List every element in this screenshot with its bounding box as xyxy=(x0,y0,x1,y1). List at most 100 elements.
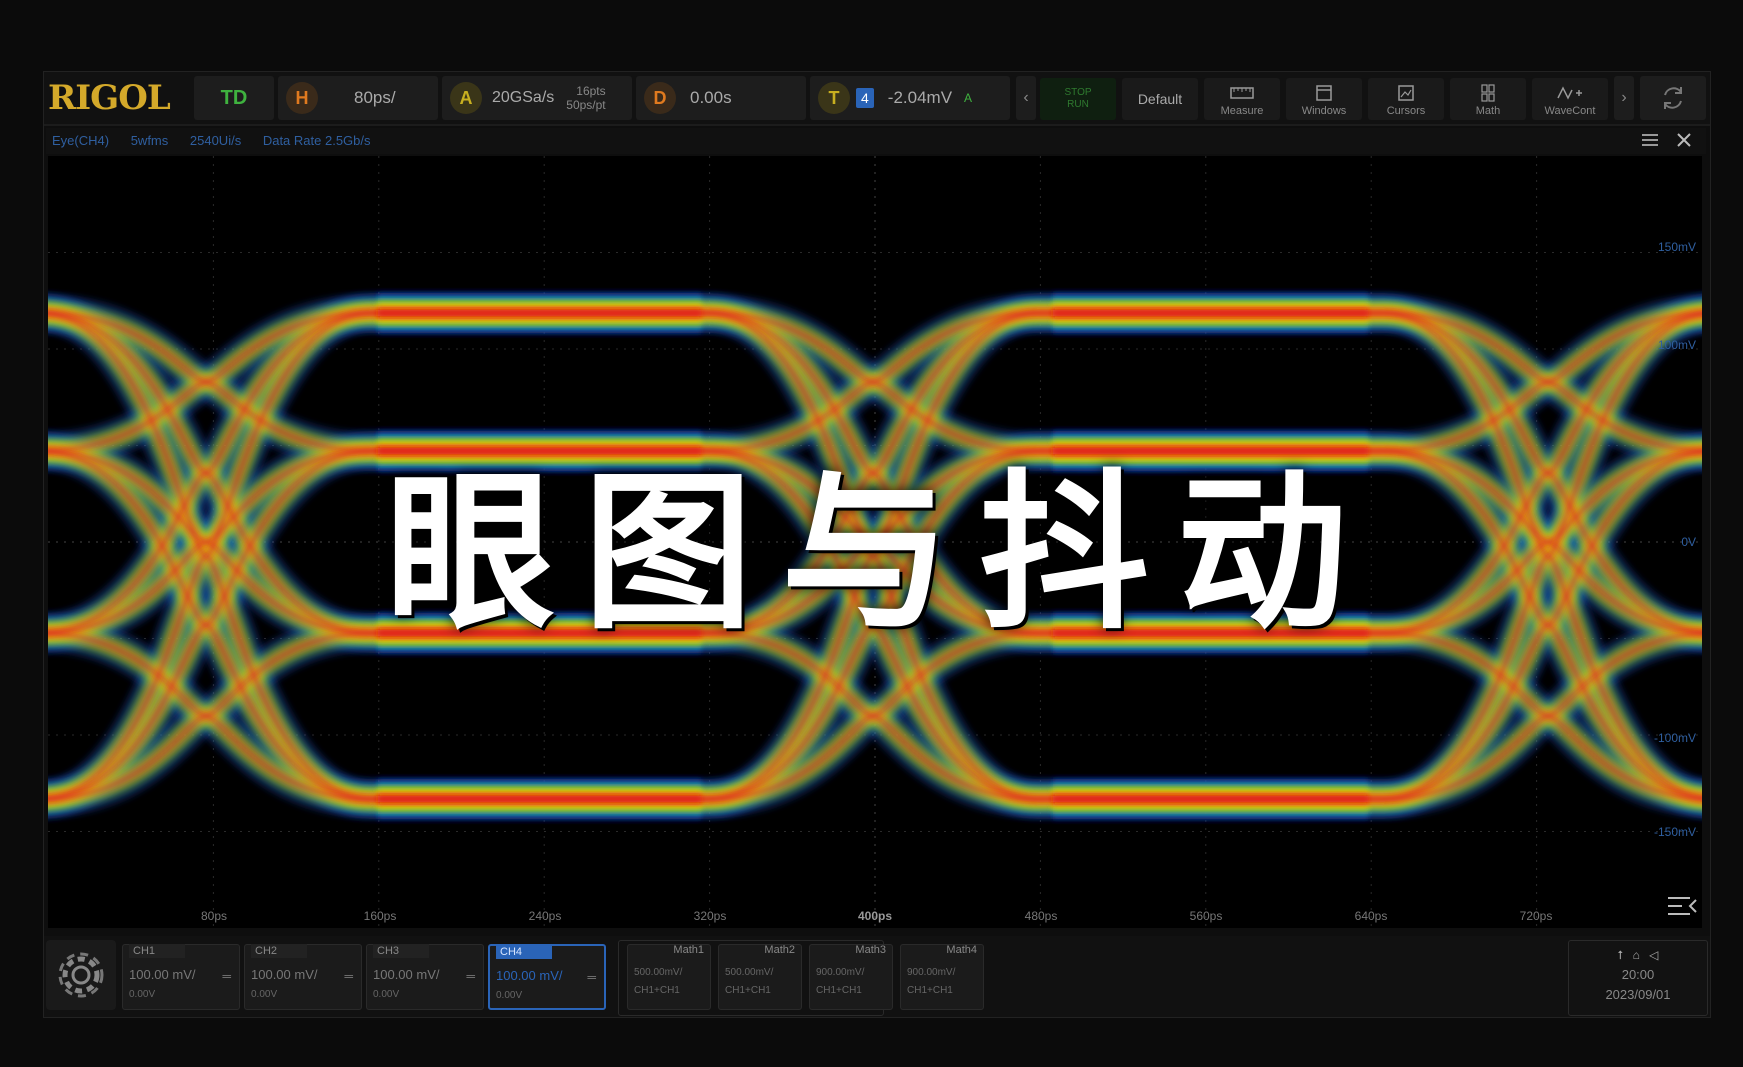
rigol-logo: RIGOL xyxy=(48,78,171,118)
channel-ch3[interactable]: CH3 100.00 mV/ ═ 0.00V xyxy=(366,944,484,1010)
ch2-tag: CH2 xyxy=(251,944,307,958)
x-label-720ps: 720ps xyxy=(1520,909,1553,923)
x-label-640ps: 640ps xyxy=(1355,909,1388,923)
y-label-0v: 0V xyxy=(1681,535,1696,549)
trigger-control[interactable]: T 4 -2.04mV A xyxy=(810,76,1010,120)
ch4-scale: 100.00 mV/ xyxy=(496,968,563,983)
window-close-icon[interactable] xyxy=(1674,130,1694,150)
x-label-480ps: 480ps xyxy=(1025,909,1058,923)
x-label-320ps: 320ps xyxy=(694,909,727,923)
dc-coupling-icon: ═ xyxy=(587,970,596,984)
math1-tag: Math1 xyxy=(673,944,704,956)
trigger-level: -2.04mV xyxy=(887,88,953,107)
cursors-label: Cursors xyxy=(1386,105,1426,117)
math2-scale: 500.00mV/ xyxy=(725,967,774,978)
eye-info: Eye(CH4) 5wfms 2540Ui/s Data Rate 2.5Gb/… xyxy=(52,133,389,148)
horizontal-control[interactable]: H 80ps/ xyxy=(278,76,438,120)
y-label-100mv: 100mV xyxy=(1658,338,1696,352)
status-clock: ⭡ ⌂ ◁ 20:00 2023/09/01 xyxy=(1568,940,1708,1016)
stop-label: STOP xyxy=(1064,87,1092,98)
y-label-neg100mv: -100mV xyxy=(1654,731,1696,745)
ch1-scale: 100.00 mV/ xyxy=(129,967,196,982)
horizontal-scale: 80ps/ xyxy=(354,88,396,107)
math1-scale: 500.00mV/ xyxy=(634,967,683,978)
math1-box[interactable]: Math1 500.00mV/ CH1+CH1 xyxy=(627,944,711,1010)
dc-coupling-icon: ═ xyxy=(344,969,353,983)
math4-expr: CH1+CH1 xyxy=(907,985,953,996)
windows-button[interactable]: Windows xyxy=(1286,78,1362,120)
cursors-button[interactable]: Cursors xyxy=(1368,78,1444,120)
math2-tag: Math2 xyxy=(764,944,795,956)
y-label-150mv: 150mV xyxy=(1658,240,1696,254)
math-icon xyxy=(1481,84,1495,102)
x-label-160ps: 160ps xyxy=(364,909,397,923)
run-stop-button[interactable]: STOP RUN xyxy=(1040,78,1116,120)
run-stop-label: STOP RUN xyxy=(1064,87,1091,111)
run-label: RUN xyxy=(1067,99,1089,110)
points-per-ps: 50ps/pt xyxy=(566,98,606,112)
wavecont-label: WaveCont xyxy=(1544,105,1596,117)
clock-time: 20:00 xyxy=(1621,967,1655,982)
trigger-channel-badge: 4 xyxy=(856,88,874,108)
mode-td-button[interactable]: TD xyxy=(194,76,274,120)
channel-ch4[interactable]: CH4 100.00 mV/ ═ 0.00V xyxy=(488,944,606,1010)
delay-control[interactable]: D 0.00s xyxy=(636,76,806,120)
x-label-400ps: 400ps xyxy=(858,909,892,923)
refresh-icon xyxy=(1664,87,1682,109)
ch2-scale: 100.00 mV/ xyxy=(251,967,318,982)
acquire-control[interactable]: A 20GSa/s 16pts 50ps/pt xyxy=(442,76,632,120)
x-axis-labels: 80ps 160ps 240ps 320ps 400ps 480ps 560ps… xyxy=(201,909,1552,923)
math3-expr: CH1+CH1 xyxy=(816,985,862,996)
math3-box[interactable]: Math3 900.00mV/ CH1+CH1 xyxy=(809,944,893,1010)
delay-icon: D xyxy=(644,82,676,114)
channel-ch2[interactable]: CH2 100.00 mV/ ═ 0.00V xyxy=(244,944,362,1010)
windows-icon xyxy=(1316,85,1332,101)
ch1-offset: 0.00V xyxy=(129,989,156,1000)
ch3-offset: 0.00V xyxy=(373,989,400,1000)
default-button[interactable]: Default xyxy=(1122,78,1198,120)
windows-label: Windows xyxy=(1301,105,1347,117)
window-menu-icon[interactable] xyxy=(1640,132,1660,148)
x-label-240ps: 240ps xyxy=(529,909,562,923)
usb-icon: ⭡ xyxy=(1617,948,1624,962)
sample-rate: 20GSa/s xyxy=(492,89,555,106)
eye-trace xyxy=(378,310,1368,454)
eye-window-header: Eye(CH4) 5wfms 2540Ui/s Data Rate 2.5Gb/… xyxy=(46,128,1706,154)
eye-diagram-svg: 150mV 100mV 0V -100mV -150mV 80ps 160ps … xyxy=(48,156,1702,928)
math2-box[interactable]: Math2 500.00mV/ CH1+CH1 xyxy=(718,944,802,1010)
default-label: Default xyxy=(1137,91,1183,107)
math4-scale: 900.00mV/ xyxy=(907,967,956,978)
math3-tag: Math3 xyxy=(855,944,886,956)
top-toolbar: RIGOL TD H 80ps/ A 20GSa/s 16pts 50ps/pt… xyxy=(44,72,1710,126)
eye-source: Eye(CH4) xyxy=(52,133,110,148)
math-button[interactable]: Math xyxy=(1450,78,1526,120)
delay-value: 0.00s xyxy=(690,88,732,107)
x-label-80ps: 80ps xyxy=(201,909,227,923)
math-label: Math xyxy=(1475,105,1501,117)
collapse-panel-icon[interactable] xyxy=(1668,897,1697,915)
dc-coupling-icon: ═ xyxy=(466,969,475,983)
menu-scroll-left-icon[interactable]: ‹ xyxy=(1016,76,1036,120)
menu-scroll-right-icon[interactable]: › xyxy=(1614,76,1634,120)
cursors-icon xyxy=(1398,85,1414,101)
ch4-offset: 0.00V xyxy=(496,990,523,1001)
acquire-points: 16pts 50ps/pt xyxy=(566,84,605,112)
math4-tag: Math4 xyxy=(946,944,977,956)
ch4-tag: CH4 xyxy=(496,945,552,959)
settings-button[interactable] xyxy=(46,940,116,1010)
status-icons: ⭡ ⌂ ◁ xyxy=(1569,945,1707,965)
math3-scale: 900.00mV/ xyxy=(816,967,865,978)
measure-label: Measure xyxy=(1220,105,1264,117)
measure-button[interactable]: Measure xyxy=(1204,78,1280,120)
ch3-tag: CH3 xyxy=(373,944,429,958)
trigger-icon: T xyxy=(818,82,850,114)
eye-data-rate: Data Rate 2.5Gb/s xyxy=(262,133,371,148)
channel-ch1[interactable]: CH1 100.00 mV/ ═ 0.00V xyxy=(122,944,240,1010)
math4-box[interactable]: Math4 900.00mV/ CH1+CH1 xyxy=(900,944,984,1010)
ch2-offset: 0.00V xyxy=(251,989,278,1000)
wavecont-button[interactable]: WaveCont xyxy=(1532,78,1608,120)
refresh-button[interactable] xyxy=(1640,76,1706,120)
math2-expr: CH1+CH1 xyxy=(725,985,771,996)
eye-diagram-plot[interactable]: 150mV 100mV 0V -100mV -150mV 80ps 160ps … xyxy=(48,156,1702,928)
dc-coupling-icon: ═ xyxy=(222,969,231,983)
